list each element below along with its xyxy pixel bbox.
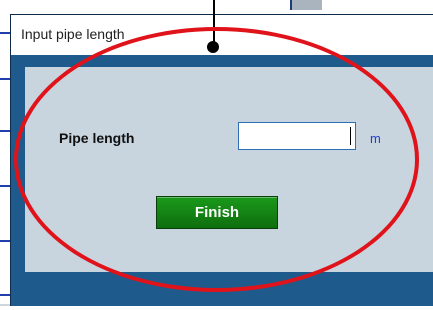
dialog-titlebar[interactable]: Input pipe length [11,15,433,55]
dialog-title: Input pipe length [21,26,125,42]
background-window-strip [290,0,322,10]
pipe-length-input[interactable] [238,122,356,150]
text-caret [350,127,351,145]
pin-marker-icon [207,41,219,53]
dialog-content: Pipe length m Finish [25,67,433,272]
annotation-pin-line [213,0,215,47]
input-pipe-length-dialog: Input pipe length Pipe length m Finish [10,14,433,306]
unit-label: m [370,131,381,146]
pipe-length-label: Pipe length [59,130,135,146]
finish-button[interactable]: Finish [156,196,278,229]
